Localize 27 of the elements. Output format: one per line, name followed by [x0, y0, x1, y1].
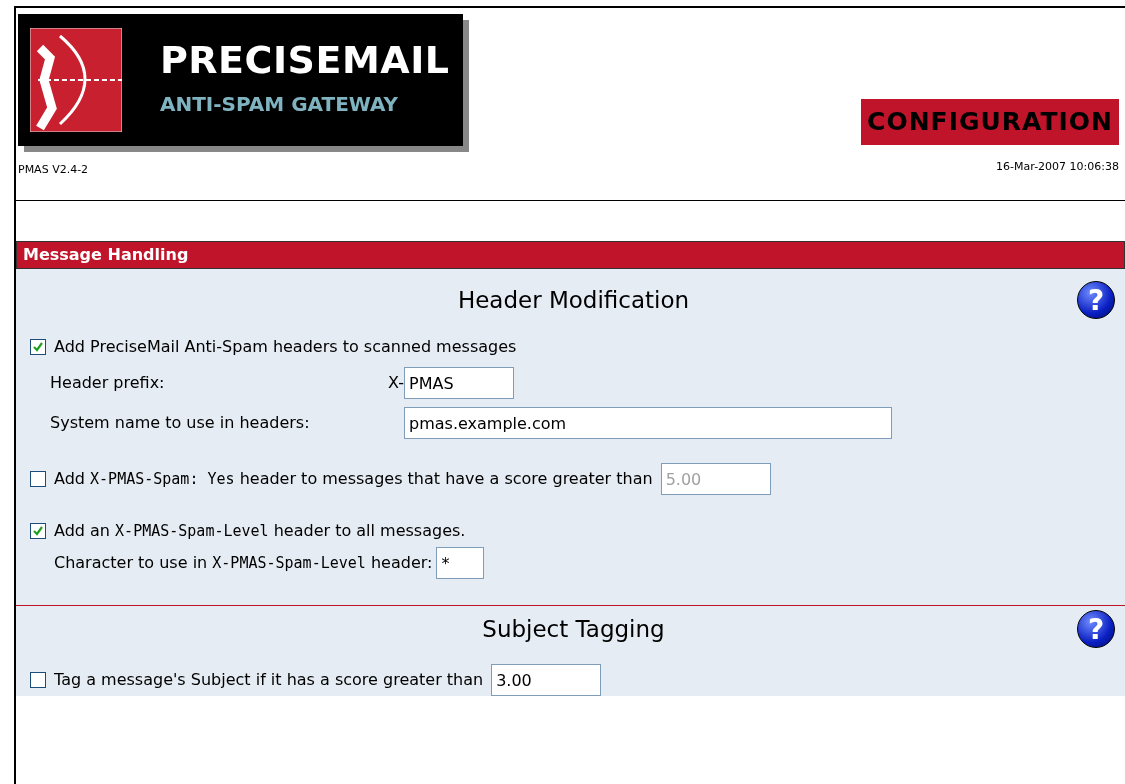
logo-title: PRECISEMAIL	[160, 41, 450, 79]
checkbox[interactable]	[30, 339, 46, 355]
field-label: Header prefix:	[50, 372, 166, 394]
section-title: Subject Tagging	[481, 614, 666, 644]
timestamp: 16-Mar-2007 10:06:38	[996, 158, 1119, 175]
input-field[interactable]: pmas.example.com	[404, 407, 892, 439]
checkbox[interactable]	[30, 672, 46, 688]
prefix-label: X-	[388, 373, 404, 392]
section-title: Header Modification	[456, 285, 691, 315]
input-field[interactable]: 3.00	[491, 664, 602, 696]
field-label: Character to use in X-PMAS-Spam-Level header:	[54, 552, 433, 574]
logo-subtitle: ANTI-SPAM GATEWAY	[160, 91, 400, 118]
page-title: CONFIGURATION	[861, 99, 1119, 145]
option-label: Add X-PMAS-Spam: Yes header to messages that have a score greater than	[54, 468, 653, 490]
checkbox[interactable]	[30, 523, 46, 539]
version-label: PMAS V2.4-2	[18, 162, 90, 178]
input-field[interactable]: PMAS	[404, 367, 514, 399]
panel-title: Message Handling	[16, 241, 1125, 269]
option-label: Add an X-PMAS-Spam-Level header to all messages.	[54, 520, 466, 542]
checkbox[interactable]	[30, 471, 46, 487]
input-field[interactable]: *	[436, 547, 485, 579]
help-icon[interactable]: ?	[1077, 610, 1115, 648]
archer-logo-icon	[30, 28, 122, 132]
help-icon[interactable]: ?	[1077, 281, 1115, 319]
field-label: System name to use in headers:	[50, 412, 311, 434]
option-label: Tag a message's Subject if it has a score greater than	[54, 669, 484, 691]
option-label: Add PreciseMail Anti-Spam headers to scanned messages	[54, 336, 517, 358]
